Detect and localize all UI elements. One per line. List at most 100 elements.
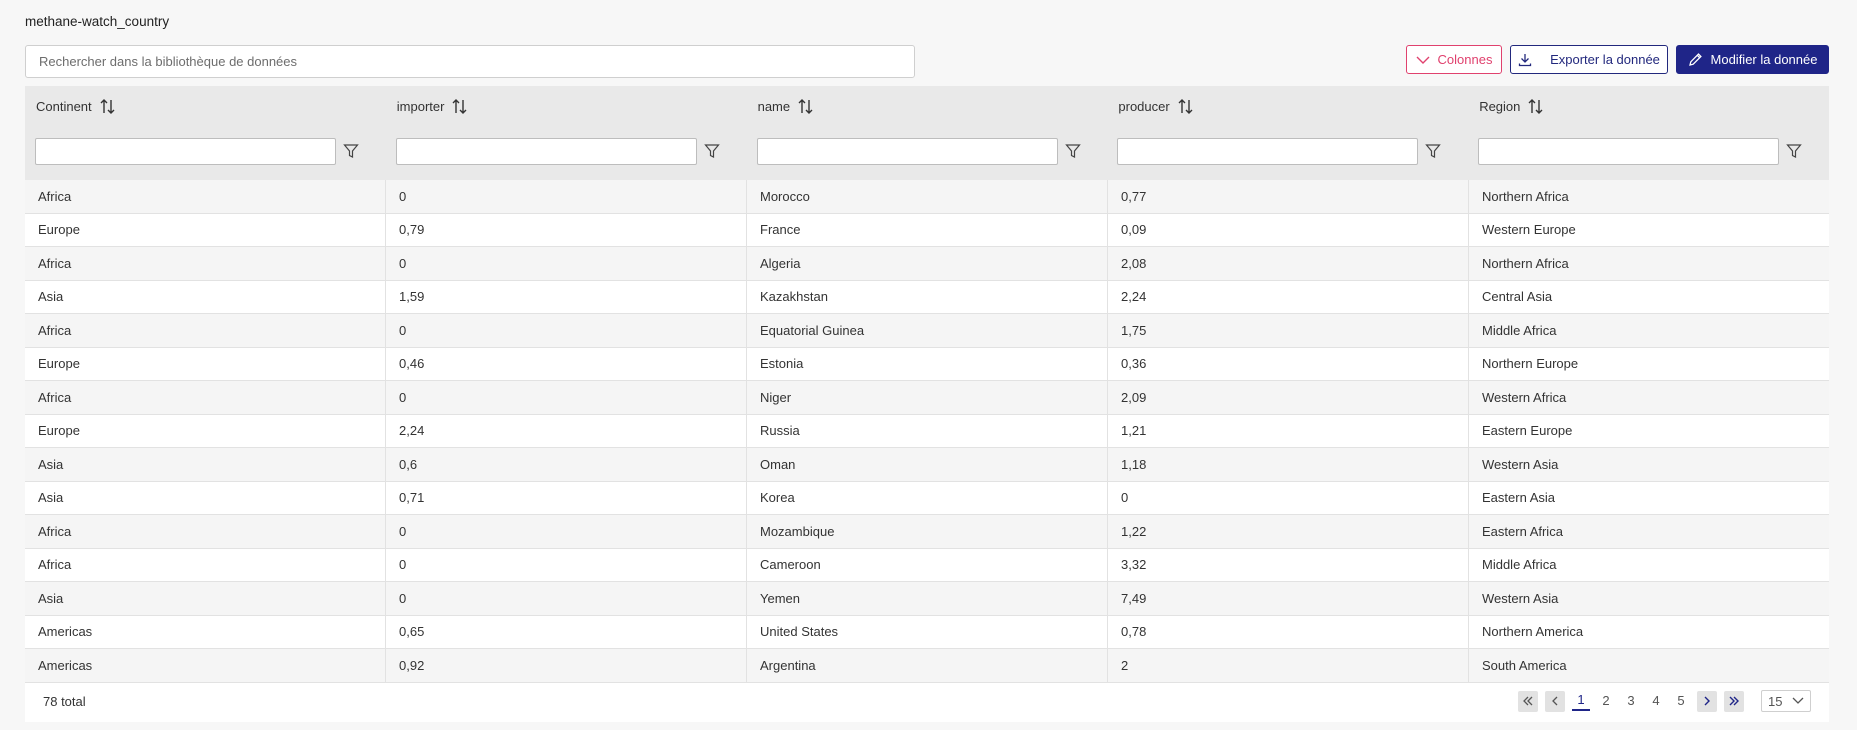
page-link[interactable]: 5	[1672, 693, 1690, 710]
table-cell: 0,92	[385, 649, 746, 682]
table-body: Africa 0 Morocco 0,77 Northern Africa Europe 0…	[25, 180, 1829, 683]
table-row[interactable]: Americas 0,65 United States 0,78 Northern Am…	[25, 615, 1829, 649]
column-sort-importer[interactable]: importer	[397, 98, 469, 115]
funnel-icon[interactable]	[1786, 143, 1802, 159]
page-title: methane-watch_country	[25, 14, 170, 29]
table-cell: Middle Africa	[1468, 548, 1829, 581]
page-link[interactable]: 1	[1572, 692, 1590, 711]
funnel-icon[interactable]	[1425, 143, 1442, 159]
table-row[interactable]: Africa 0 Mozambique 1,22 Eastern Africa	[25, 515, 1829, 549]
column-sort-continent[interactable]: Continent	[36, 98, 116, 115]
table-cell: 0,78	[1107, 615, 1468, 648]
filter-input-region[interactable]	[1478, 138, 1780, 165]
table-cell: Mozambique	[746, 515, 1107, 548]
column-label: producer	[1118, 99, 1170, 114]
table-cell: 2,24	[385, 414, 746, 447]
table-row[interactable]: Asia 0,6 Oman 1,18 Western Asia	[25, 448, 1829, 482]
table-cell: Africa	[38, 523, 72, 539]
table-cell: 0,46	[385, 347, 746, 380]
table-cell: Africa	[38, 557, 72, 573]
export-button-label: Exporter la donnée	[1550, 52, 1660, 67]
edit-button[interactable]: Modifier la donnée	[1676, 45, 1829, 74]
table-cell: 0,77	[1107, 180, 1468, 213]
column-sort-producer[interactable]: producer	[1118, 98, 1193, 115]
table-row[interactable]: Africa 0 Algeria 2,08 Northern Africa	[25, 247, 1829, 281]
page-link[interactable]: 2	[1597, 693, 1615, 710]
last-page-button[interactable]	[1724, 690, 1744, 712]
table-cell: 0,79	[385, 213, 746, 246]
table-cell: 0,6	[385, 448, 746, 481]
funnel-icon[interactable]	[704, 143, 720, 159]
funnel-icon[interactable]	[1064, 143, 1081, 159]
filter-input-producer[interactable]	[1117, 138, 1419, 165]
chevron-down-icon	[1792, 697, 1804, 704]
prev-page-button[interactable]	[1545, 690, 1565, 712]
column-sort-region[interactable]: Region	[1479, 98, 1544, 115]
table-cell: 0	[385, 247, 746, 280]
table-row[interactable]: Americas 0,92 Argentina 2 South America	[25, 649, 1829, 683]
columns-button[interactable]: Colonnes	[1406, 45, 1502, 74]
column-header-producer: producer	[1107, 86, 1468, 180]
double-chevron-left-icon	[1523, 696, 1533, 706]
table-cell: Asia	[38, 456, 64, 472]
table-cell: Europe	[38, 356, 80, 372]
table-cell: Asia	[38, 289, 64, 305]
column-label: importer	[396, 99, 445, 114]
table-cell: 0	[385, 381, 746, 414]
table-cell: 1,18	[1107, 448, 1468, 481]
sort-arrows-icon	[100, 99, 115, 114]
table-cell: 7,49	[1107, 582, 1468, 615]
table-cell: Africa	[38, 389, 72, 405]
table-row[interactable]: Europe 0,79 France 0,09 Western Europe	[25, 213, 1829, 247]
chevron-right-icon	[1704, 696, 1710, 706]
table-cell: Africa	[38, 188, 72, 204]
table-cell: Europe	[38, 222, 80, 238]
table-row[interactable]: Africa 0 Cameroon 3,32 Middle Africa	[25, 548, 1829, 582]
table-cell: 0	[1107, 481, 1468, 514]
edit-button-label: Modifier la donnée	[1710, 52, 1818, 67]
table-row[interactable]: Asia 1,59 Kazakhstan 2,24 Central Asia	[25, 280, 1829, 314]
sort-arrows-icon	[798, 99, 813, 114]
table-row[interactable]: Africa 0 Morocco 0,77 Northern Africa	[25, 180, 1829, 214]
table-cell: 1,21	[1107, 414, 1468, 447]
sort-arrows-icon	[1528, 99, 1543, 114]
table-row[interactable]: Africa 0 Niger 2,09 Western Africa	[25, 381, 1829, 415]
columns-button-label: Colonnes	[1437, 52, 1493, 67]
first-page-button[interactable]	[1518, 690, 1538, 712]
table-row[interactable]: Europe 0,46 Estonia 0,36 Northern Europe	[25, 347, 1829, 381]
filter-input-importer[interactable]	[395, 138, 697, 165]
table-cell: Estonia	[746, 347, 1107, 380]
table-cell: Eastern Asia	[1468, 481, 1829, 514]
table-cell: South America	[1468, 649, 1829, 682]
column-label: name	[757, 99, 791, 114]
table-cell: Eastern Africa	[1468, 515, 1829, 548]
table-cell: Western Asia	[1468, 448, 1829, 481]
search-input[interactable]	[25, 45, 915, 78]
funnel-icon[interactable]	[343, 143, 359, 159]
table-cell: Oman	[746, 448, 1107, 481]
page-size-value: 15	[1768, 693, 1783, 709]
download-icon	[1518, 53, 1532, 66]
table-row[interactable]: Africa 0 Equatorial Guinea 1,75 Middle Afric…	[25, 314, 1829, 348]
table-cell: Americas	[38, 624, 93, 640]
table-cell: Russia	[746, 414, 1107, 447]
page-link[interactable]: 3	[1622, 693, 1640, 710]
table-cell: Western Asia	[1468, 582, 1829, 615]
next-page-button[interactable]	[1697, 690, 1717, 712]
table-cell: Asia	[38, 590, 64, 606]
table-cell: Kazakhstan	[746, 280, 1107, 313]
table-cell: Cameroon	[746, 548, 1107, 581]
table-cell: Northern Africa	[1468, 247, 1829, 280]
export-button[interactable]: Exporter la donnée	[1510, 45, 1668, 74]
table-cell: Northern Africa	[1468, 180, 1829, 213]
table-row[interactable]: Europe 2,24 Russia 1,21 Eastern Europe	[25, 414, 1829, 448]
filter-input-continent[interactable]	[35, 138, 336, 165]
filter-input-name[interactable]	[756, 138, 1058, 165]
table-row[interactable]: Asia 0 Yemen 7,49 Western Asia	[25, 582, 1829, 616]
page-link[interactable]: 4	[1647, 693, 1665, 710]
page-size-select[interactable]: 15	[1761, 690, 1811, 712]
pagination: 1 2 3 4 5 15	[1518, 690, 1811, 712]
table-row[interactable]: Asia 0,71 Korea 0 Eastern Asia	[25, 481, 1829, 515]
column-sort-name[interactable]: name	[758, 98, 815, 115]
table-cell: 2	[1107, 649, 1468, 682]
